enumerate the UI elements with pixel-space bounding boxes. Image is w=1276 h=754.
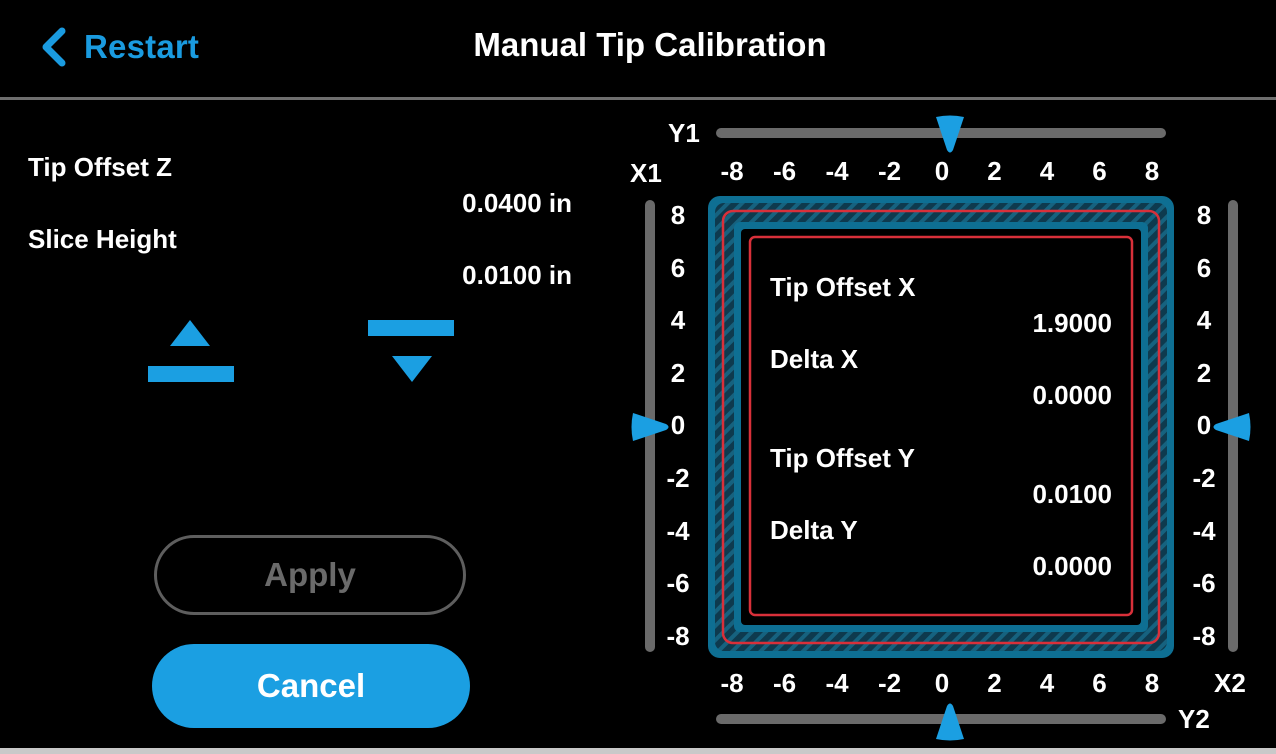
delta-x-value: 0.0000 — [1032, 380, 1112, 410]
slice-height-label: Slice Height — [28, 224, 177, 254]
top-tick-label: 8 — [1144, 156, 1160, 186]
left-tick-label: 8 — [670, 200, 686, 230]
delta-y-label: Delta Y — [770, 515, 858, 545]
left-tick-label: -8 — [666, 620, 690, 651]
raise-bed-icon — [148, 320, 234, 382]
cancel-button[interactable]: Cancel — [152, 644, 470, 728]
right-tick-label: 0 — [1196, 410, 1212, 441]
delta-y-value: 0.0000 — [1032, 551, 1112, 581]
right-tick-label: -8 — [1192, 620, 1216, 651]
top-tick-label: -4 — [825, 156, 849, 186]
lower-z-button[interactable] — [362, 312, 462, 388]
tip-offset-z-label: Tip Offset Z — [28, 152, 172, 182]
lower-bed-icon — [368, 320, 454, 382]
y2-slider-thumb[interactable] — [934, 702, 966, 742]
right-tick-label: -6 — [1192, 568, 1216, 599]
top-tick-label: 0 — [934, 156, 950, 186]
right-tick-label: 8 — [1196, 200, 1212, 230]
x1-label: X1 — [630, 158, 662, 188]
bottom-tick-label: 0 — [934, 668, 950, 698]
bottom-tick-label: 2 — [987, 668, 1002, 698]
top-tick-label: 4 — [1039, 156, 1055, 186]
right-tick-label: -4 — [1192, 515, 1216, 546]
background-window-strip — [0, 748, 1276, 754]
top-tick-label: -2 — [877, 156, 902, 186]
bottom-tick-label: -6 — [772, 668, 797, 698]
page-title: Manual Tip Calibration — [473, 26, 827, 63]
tip-offset-y-value: 0.0100 — [1032, 479, 1112, 509]
tip-offset-x-value: 1.9000 — [1032, 308, 1112, 338]
tip-offset-x-label: Tip Offset X — [770, 272, 916, 302]
restart-back-button[interactable]: Restart — [38, 24, 199, 70]
top-tick-label: 2 — [987, 156, 1002, 186]
right-tick-label: 4 — [1196, 305, 1212, 336]
top-tick-label: -8 — [720, 156, 744, 186]
y1-slider-thumb[interactable] — [934, 114, 966, 154]
bottom-tick-label: -8 — [720, 668, 744, 698]
tip-offset-y-label: Tip Offset Y — [770, 443, 915, 473]
x2-label: X2 — [1214, 668, 1246, 698]
left-tick-label: 4 — [670, 305, 686, 336]
restart-label: Restart — [84, 28, 200, 65]
bottom-tick-label: -2 — [877, 668, 902, 698]
left-tick-label: -4 — [666, 515, 690, 546]
y1-label: Y1 — [668, 118, 700, 148]
header-divider — [0, 97, 1276, 100]
y2-label: Y2 — [1178, 704, 1210, 734]
right-tick-label: 2 — [1196, 357, 1212, 388]
left-tick-label: -6 — [666, 568, 690, 599]
right-tick-label: 6 — [1196, 252, 1212, 283]
delta-x-label: Delta X — [770, 344, 859, 374]
raise-z-button[interactable] — [140, 312, 240, 388]
top-tick-label: -6 — [772, 156, 797, 186]
tip-offset-z-value: 0.0400 in — [462, 188, 572, 218]
left-tick-label: 2 — [670, 357, 686, 388]
left-tick-label: 0 — [670, 410, 686, 441]
right-tick-label: -2 — [1192, 463, 1216, 493]
left-tick-label: -2 — [666, 463, 690, 493]
top-tick-label: 6 — [1092, 156, 1107, 186]
calibration-frame — [708, 196, 1174, 658]
apply-button[interactable]: Apply — [154, 535, 466, 615]
bottom-tick-label: 6 — [1092, 668, 1107, 698]
bottom-tick-label: -4 — [825, 668, 849, 698]
bottom-tick-label: 4 — [1039, 668, 1055, 698]
left-tick-label: 6 — [670, 252, 686, 283]
bottom-tick-label: 8 — [1144, 668, 1160, 698]
chevron-left-icon — [42, 27, 66, 67]
slice-height-value: 0.0100 in — [462, 260, 572, 290]
